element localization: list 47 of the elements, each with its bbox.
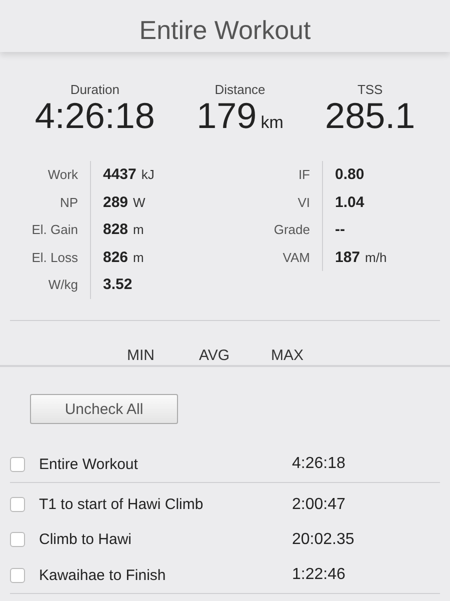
segment-name: Climb to Hawi [39, 531, 133, 548]
summary-value: 285.1 [325, 97, 416, 135]
stat-label: VAM [230, 244, 323, 271]
uncheck-all-button[interactable]: Uncheck All [30, 394, 178, 424]
stat-label: IF [230, 161, 323, 188]
segment-time: 2:00:47 [292, 496, 346, 514]
segment-name: Kawaihae to Finish [39, 566, 167, 584]
checkbox[interactable] [10, 456, 25, 472]
summary-label: Duration [70, 82, 120, 97]
window-title: Entire Workout [138, 14, 312, 45]
stat-value: 826 [103, 248, 128, 266]
summary-unit: km [260, 113, 284, 133]
stat-value: 0.80 [335, 166, 364, 183]
stat-label: Work [10, 161, 91, 188]
stat-value: 3.52 [103, 276, 132, 293]
stat-label: VI [230, 188, 323, 216]
stat-value: 4437 [103, 166, 136, 183]
checkbox[interactable] [10, 497, 25, 512]
stat-label: W/kg [10, 271, 91, 298]
stat-label: Grade [230, 216, 323, 244]
stat-value: -- [335, 221, 345, 238]
summary-label: Distance [214, 82, 266, 97]
summary-value: 4:26:18 [34, 97, 155, 135]
stat-unit: m [133, 222, 144, 237]
segment-name: Entire Workout [39, 456, 139, 472]
stat-value: 289 [103, 194, 128, 210]
checkbox[interactable] [10, 532, 25, 547]
stat-label: El. Loss [10, 244, 91, 271]
stat-unit: kJ [141, 167, 154, 182]
summary-value: 179 [196, 97, 257, 135]
checkbox[interactable] [10, 568, 25, 582]
stat-label: El. Gain [10, 216, 91, 244]
stat-label: NP [10, 188, 91, 216]
segment-name: T1 to start of Hawi Climb [39, 496, 204, 513]
stat-unit: m/h [365, 250, 387, 264]
summary-label: TSS [357, 82, 383, 97]
stat-value: 187 [335, 248, 360, 266]
column-header: AVG [199, 347, 231, 365]
stat-value: 828 [103, 221, 128, 238]
column-header: MAX [271, 347, 305, 365]
column-header: MIN [127, 347, 156, 365]
segment-time: 20:02.35 [292, 530, 354, 548]
stat-value: 1.04 [335, 194, 364, 210]
segment-time: 4:26:18 [292, 455, 346, 473]
segment-time: 1:22:46 [292, 566, 346, 584]
stat-unit: W [133, 194, 146, 210]
stat-unit: m [133, 250, 144, 264]
